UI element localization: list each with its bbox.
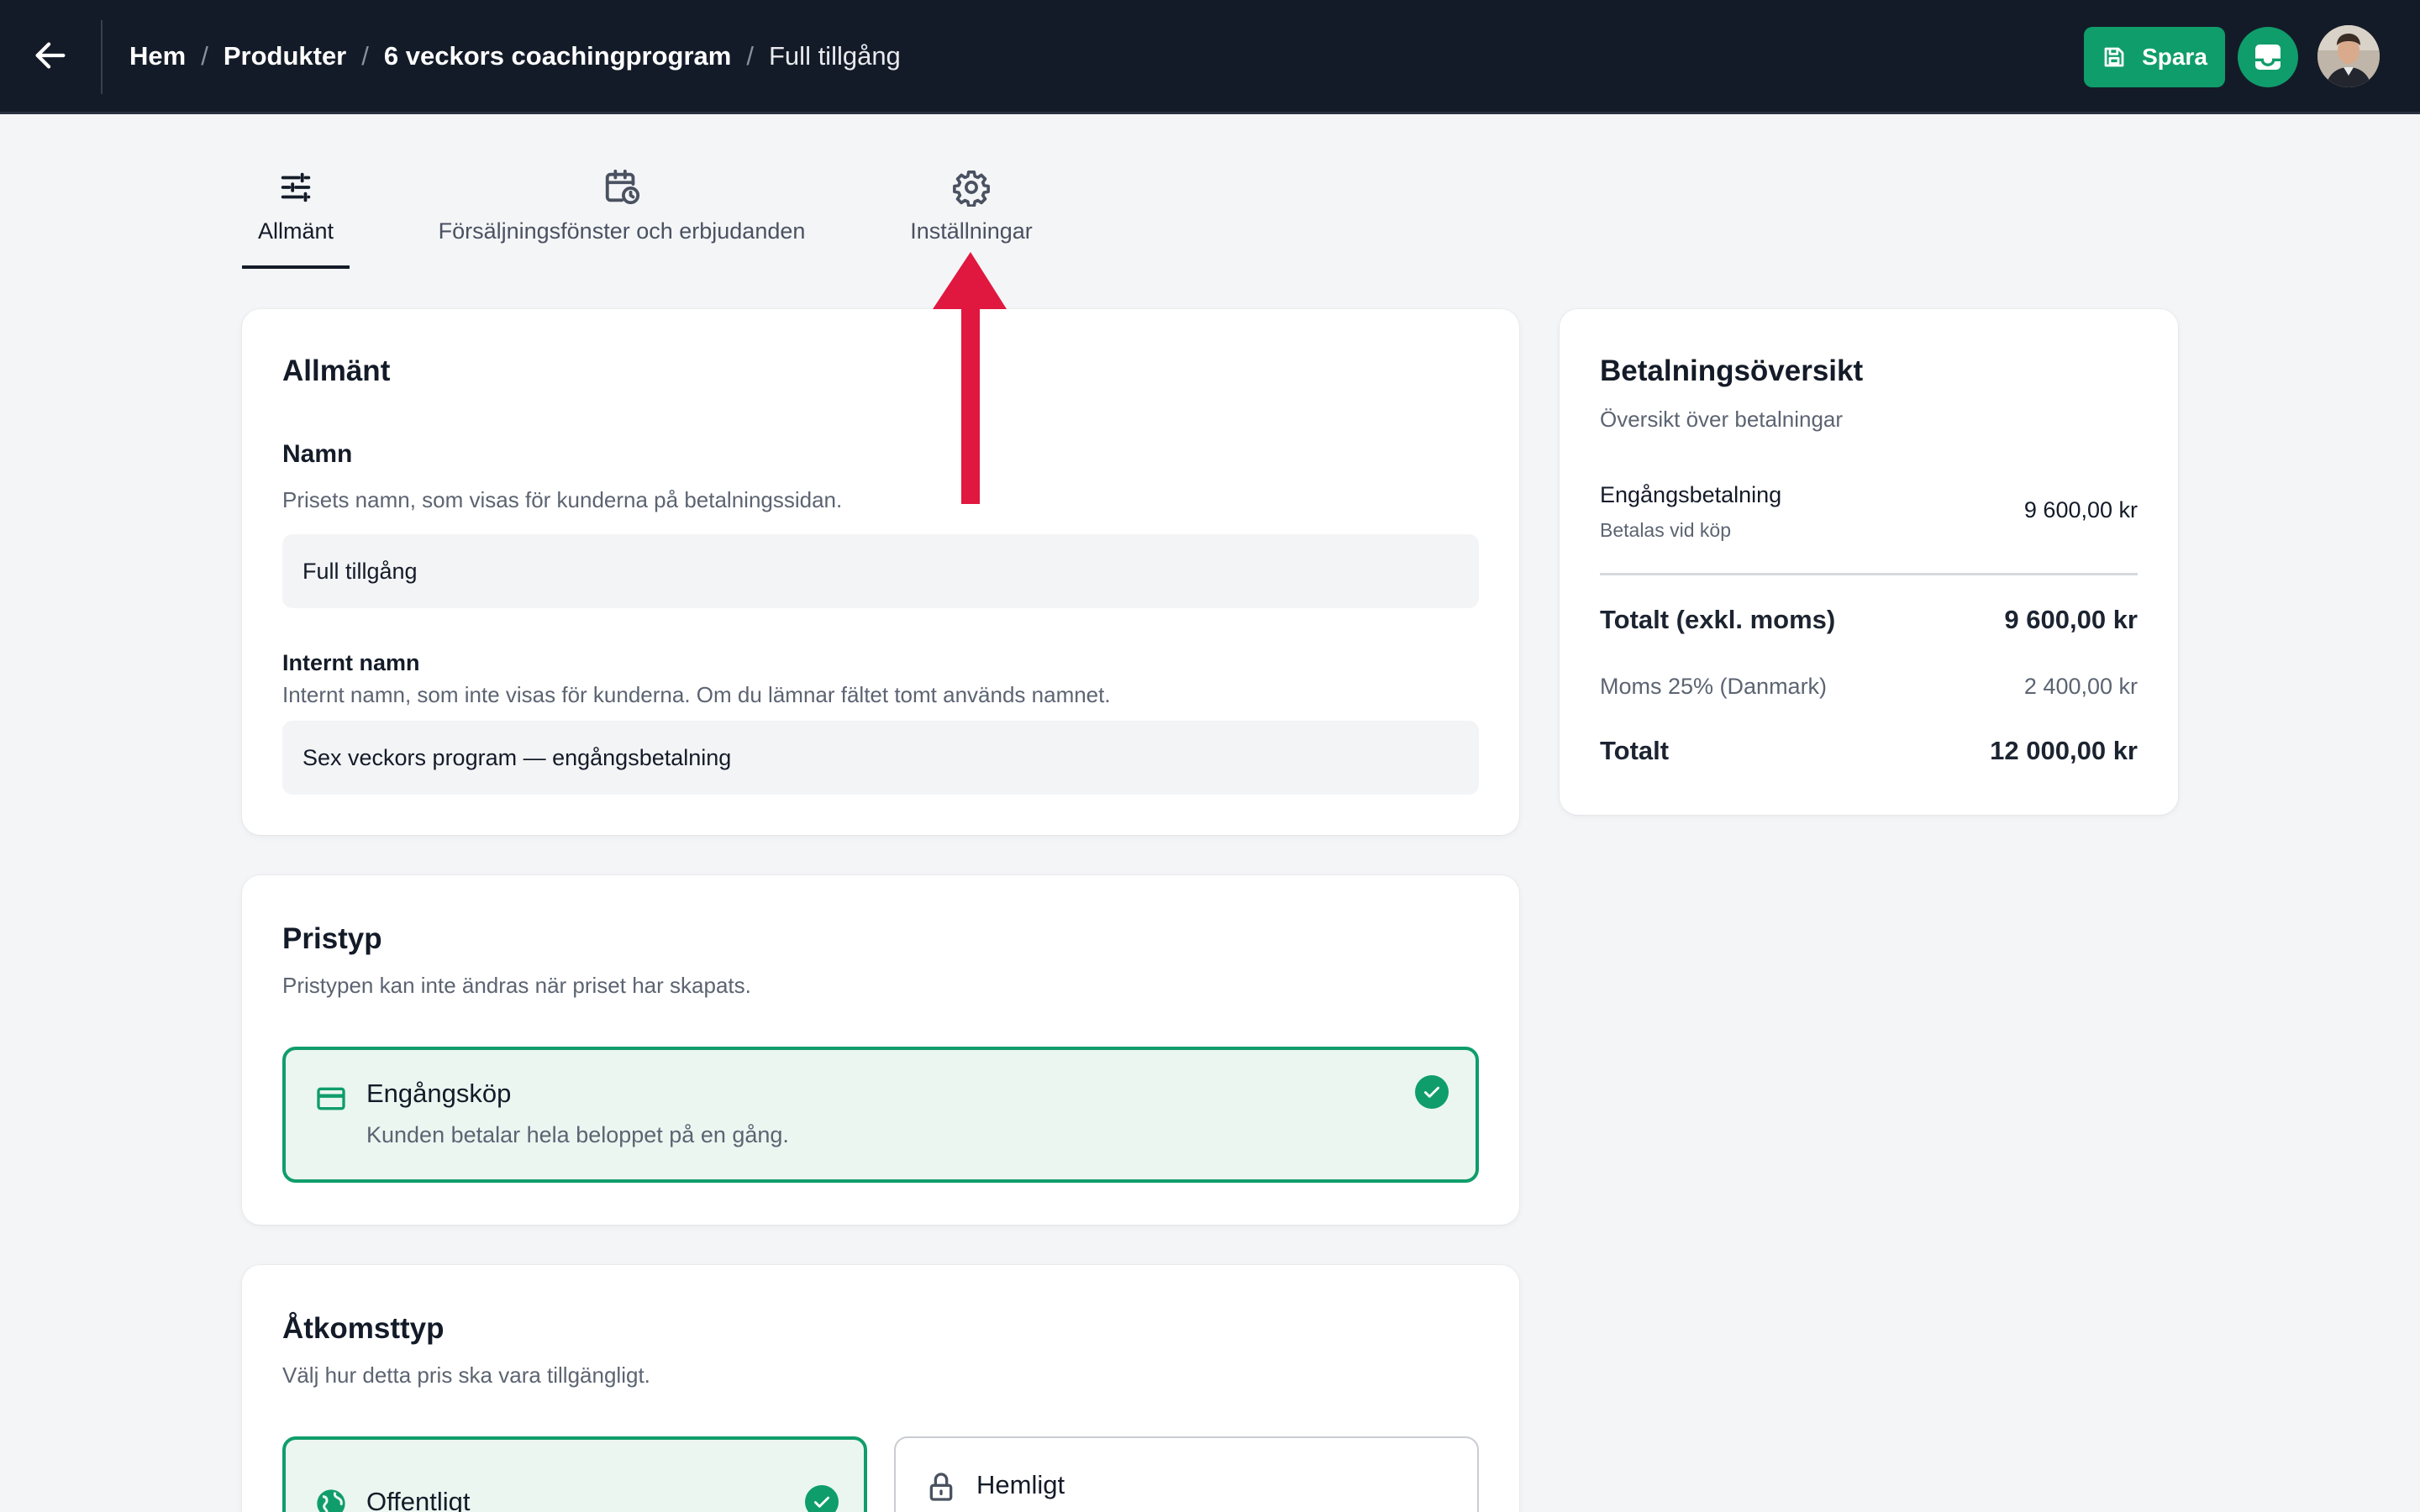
summary-subtitle: Översikt över betalningar — [1600, 407, 1844, 432]
calendar-clock-icon — [605, 169, 640, 205]
summary-total-row: Totalt 12 000,00 kr — [1600, 736, 2138, 769]
general-card: Allmänt Namn Prisets namn, som visas för… — [242, 309, 1519, 835]
name-input[interactable]: Full tillgång — [282, 534, 1479, 608]
top-bar: Hem / Produkter / 6 veckors coachingprog… — [0, 0, 2420, 114]
summary-subtotal-row: Totalt (exkl. moms) 9 600,00 kr — [1600, 605, 2138, 638]
inbox-button[interactable] — [2238, 27, 2298, 87]
total-amount: 12 000,00 kr — [1990, 736, 2138, 765]
access-option-secret[interactable]: Hemligt — [894, 1436, 1479, 1512]
price-type-option-desc: Kunden betalar hela beloppet på en gång. — [366, 1122, 789, 1147]
breadcrumb: Hem / Produkter / 6 veckors coachingprog… — [129, 0, 901, 113]
sliders-icon — [281, 172, 311, 202]
arrow-left-icon — [35, 42, 66, 69]
header-divider — [101, 20, 103, 94]
lock-icon — [929, 1473, 953, 1501]
gear-icon — [953, 170, 990, 207]
breadcrumb-product[interactable]: 6 veckors coachingprogram — [384, 41, 732, 71]
summary-vat-row: Moms 25% (Danmark) 2 400,00 kr — [1600, 674, 2138, 704]
price-type-help: Pristypen kan inte ändras när priset har… — [282, 973, 751, 998]
access-type-help: Välj hur detta pris ska vara tillgänglig… — [282, 1362, 650, 1388]
line-item-amount: 9 600,00 kr — [2023, 497, 2138, 522]
price-type-card: Pristyp Pristypen kan inte ändras när pr… — [242, 875, 1519, 1225]
price-type-option-title: Engångsköp — [366, 1079, 512, 1108]
name-help: Prisets namn, som visas för kunderna på … — [282, 487, 843, 512]
vat-amount: 2 400,00 kr — [2023, 674, 2138, 699]
name-label: Namn — [282, 440, 353, 468]
breadcrumb-separator: / — [361, 41, 369, 71]
tab-sales-windows-label: Försäljningsfönster och erbjudanden — [438, 218, 806, 244]
breadcrumb-current: Full tillgång — [769, 41, 901, 71]
save-icon — [2104, 47, 2124, 67]
line-item-sub: Betalas vid köp — [1600, 519, 1731, 541]
breadcrumb-products[interactable]: Produkter — [224, 41, 346, 71]
vat-label: Moms 25% (Danmark) — [1600, 674, 1828, 699]
access-type-card: Åtkomsttyp Välj hur detta pris ska vara … — [242, 1265, 1519, 1512]
save-button-label: Spara — [2142, 44, 2207, 70]
tab-general-label: Allmänt — [257, 218, 334, 244]
user-avatar[interactable] — [2317, 25, 2380, 87]
internal-name-label: Internt namn — [282, 650, 420, 675]
total-label: Totalt — [1600, 736, 1670, 765]
line-item-label: Engångsbetalning — [1600, 482, 1782, 507]
tab-sales-windows[interactable]: Försäljningsfönster och erbjudanden — [420, 168, 823, 269]
access-option-public-title: Offentligt — [366, 1487, 471, 1512]
internal-name-help: Internt namn, som inte visas för kundern… — [282, 682, 1111, 707]
price-type-option-one-time[interactable]: Engångsköp Kunden betalar hela beloppet … — [282, 1047, 1479, 1183]
access-option-public[interactable]: Offentligt — [282, 1436, 867, 1512]
access-type-title: Åtkomsttyp — [282, 1312, 445, 1345]
breadcrumb-home[interactable]: Hem — [129, 41, 186, 71]
price-type-title: Pristyp — [282, 922, 382, 955]
breadcrumb-separator: / — [746, 41, 754, 71]
active-tab-indicator — [242, 265, 350, 269]
tab-settings-label: Inställningar — [910, 218, 1033, 244]
summary-divider — [1600, 573, 2138, 575]
access-option-secret-title: Hemligt — [976, 1470, 1065, 1499]
inbox-icon — [2255, 45, 2281, 70]
globe-icon — [317, 1489, 345, 1512]
avatar-icon — [2317, 25, 2380, 87]
annotation-arrow-icon — [933, 252, 1007, 504]
payment-summary-card: Betalningsöversikt Översikt över betalni… — [1560, 309, 2178, 815]
subtotal-amount: 9 600,00 kr — [2004, 605, 2138, 634]
internal-name-input[interactable]: Sex veckors program — engångsbetalning — [282, 721, 1479, 795]
tab-general[interactable]: Allmänt — [242, 168, 350, 269]
breadcrumb-separator: / — [201, 41, 208, 71]
selected-check-icon — [805, 1485, 839, 1512]
save-button[interactable]: Spara — [2084, 27, 2225, 87]
back-button[interactable] — [25, 30, 76, 81]
summary-line-item: Engångsbetalning Betalas vid köp 9 600,0… — [1600, 482, 2138, 541]
general-card-title: Allmänt — [282, 354, 391, 387]
summary-title: Betalningsöversikt — [1600, 354, 1864, 387]
credit-card-icon — [317, 1087, 345, 1110]
subtotal-label: Totalt (exkl. moms) — [1600, 605, 1836, 634]
selected-check-icon — [1415, 1075, 1449, 1109]
